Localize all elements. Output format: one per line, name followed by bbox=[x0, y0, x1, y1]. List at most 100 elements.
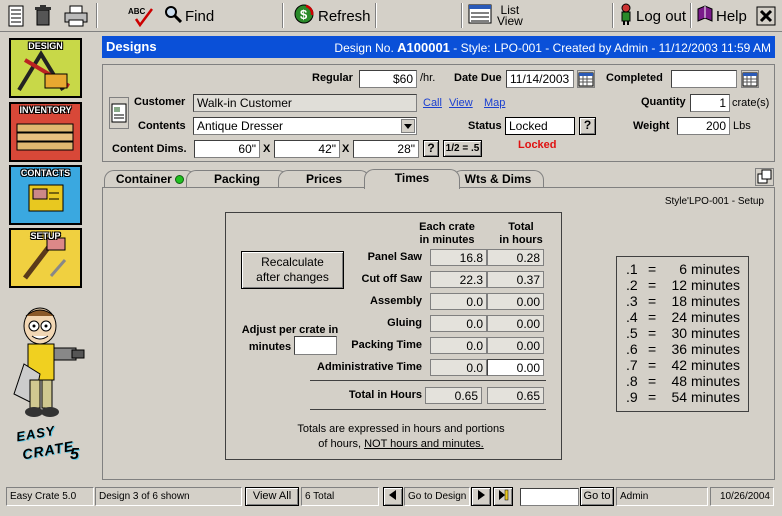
dim-length-field[interactable]: 60" bbox=[194, 140, 260, 158]
nav-design[interactable]: DESIGN DESIGN bbox=[9, 38, 82, 98]
completed-calendar-icon[interactable] bbox=[741, 70, 759, 88]
previous-record-button[interactable] bbox=[383, 487, 403, 506]
trash-icon[interactable] bbox=[34, 3, 52, 29]
tab-times[interactable]: Times bbox=[364, 169, 460, 189]
status-dot-icon bbox=[175, 175, 185, 184]
list-view-button[interactable]: List View bbox=[468, 3, 523, 29]
view-link[interactable]: View bbox=[449, 97, 473, 109]
customer-card-icon[interactable] bbox=[109, 97, 129, 129]
quantity-unit: crate(s) bbox=[732, 97, 770, 109]
logout-label: Log out bbox=[636, 7, 687, 25]
copy-window-icon[interactable] bbox=[755, 168, 774, 186]
nav-setup[interactable]: SETUP bbox=[9, 228, 82, 288]
design-no: A100001 bbox=[397, 40, 450, 55]
times-table: Each crate in minutes Total in hours Rec… bbox=[225, 212, 562, 460]
contents-value: Antique Dresser bbox=[197, 119, 284, 133]
next-record-button[interactable] bbox=[471, 487, 491, 506]
go-to-button[interactable]: Go to bbox=[580, 487, 614, 506]
note-line-2: of hours, bbox=[318, 438, 365, 450]
customer-field[interactable]: Walk-in Customer bbox=[193, 94, 417, 112]
divider bbox=[310, 380, 546, 381]
col-each-header-2: in minutes bbox=[419, 234, 475, 246]
chevron-down-icon[interactable] bbox=[401, 119, 415, 133]
dim-height-field[interactable]: 28" bbox=[353, 140, 419, 158]
assembly-each[interactable]: 0.0 bbox=[430, 293, 487, 310]
row-label-packing-time: Packing Time bbox=[351, 339, 422, 351]
dims-help-button[interactable]: ? bbox=[423, 140, 439, 157]
book-icon bbox=[696, 5, 714, 27]
list-item: .1 = 6 minutes bbox=[626, 261, 740, 277]
quantity-field[interactable]: 1 bbox=[690, 94, 730, 112]
row-label-panel-saw: Panel Saw bbox=[367, 251, 422, 263]
half-equals-button[interactable]: 1/2 = .5 bbox=[443, 140, 482, 157]
map-link[interactable]: Map bbox=[484, 97, 505, 109]
row-label-cut-off-saw: Cut off Saw bbox=[361, 273, 423, 285]
status-help-button[interactable]: ? bbox=[579, 117, 596, 135]
total-count: 6 Total bbox=[301, 487, 379, 506]
tab-wts-dims[interactable]: Wts & Dims bbox=[452, 170, 544, 188]
date-due-field[interactable]: 11/14/2003 bbox=[506, 70, 574, 88]
help-button[interactable]: Help bbox=[696, 3, 747, 29]
cut-off-saw-each[interactable]: 22.3 bbox=[430, 271, 487, 288]
tab-container[interactable]: Container bbox=[104, 170, 196, 188]
spellcheck-icon[interactable]: ABC bbox=[128, 3, 154, 29]
view-all-button[interactable]: View All bbox=[245, 487, 299, 506]
find-button[interactable]: Find bbox=[164, 3, 214, 29]
row-label-administrative-time: Administrative Time bbox=[317, 361, 422, 373]
row-label-assembly: Assembly bbox=[370, 295, 422, 307]
dim-width-field[interactable]: 42" bbox=[274, 140, 340, 158]
administrative-time-each[interactable]: 0.0 bbox=[430, 359, 487, 376]
status-label: Status bbox=[468, 120, 502, 132]
design-form: Regular $60 /hr. Date Due 11/14/2003 Com… bbox=[102, 64, 775, 162]
quantity-label: Quantity bbox=[641, 96, 686, 108]
call-link[interactable]: Call bbox=[423, 97, 442, 109]
packing-time-each[interactable]: 0.0 bbox=[430, 337, 487, 354]
content-dims-label: Content Dims. bbox=[112, 143, 187, 155]
go-to-design-label: Go to Design bbox=[404, 487, 470, 506]
totals-note: Totals are expressed in hours and portio… bbox=[256, 422, 546, 452]
nav-inventory[interactable]: INVENTORY bbox=[9, 102, 82, 162]
weight-label: Weight bbox=[633, 120, 670, 132]
logout-button[interactable]: Log out bbox=[618, 3, 686, 29]
close-icon[interactable] bbox=[756, 3, 776, 29]
weight-field[interactable]: 200 bbox=[677, 117, 730, 135]
go-to-field[interactable] bbox=[520, 488, 579, 506]
panel-saw-each[interactable]: 16.8 bbox=[430, 249, 487, 266]
arrow-left-icon bbox=[389, 490, 396, 500]
arrow-right-icon bbox=[478, 490, 485, 500]
mascot-image bbox=[13, 307, 85, 417]
regular-rate-field[interactable]: $60 bbox=[359, 70, 417, 88]
tab-prices[interactable]: Prices bbox=[278, 170, 370, 188]
last-record-button[interactable] bbox=[493, 487, 513, 506]
date-due-calendar-icon[interactable] bbox=[577, 70, 595, 88]
printer-icon[interactable] bbox=[64, 3, 88, 29]
list-view-icon bbox=[468, 4, 492, 28]
regular-label: Regular bbox=[312, 72, 353, 84]
svg-text:ABC: ABC bbox=[128, 7, 146, 16]
help-label: Help bbox=[716, 7, 747, 25]
status-field[interactable]: Locked bbox=[505, 117, 575, 135]
total-hours-each: 0.65 bbox=[425, 387, 482, 404]
list-item: .6 = 36 minutes bbox=[626, 341, 740, 357]
gluing-each[interactable]: 0.0 bbox=[430, 315, 487, 332]
current-date: 10/26/2004 bbox=[710, 487, 774, 506]
locked-notice: Locked bbox=[518, 139, 557, 151]
minutes-lookup: .1 = 6 minutes .2 = 12 minutes .3 = 18 m… bbox=[616, 256, 749, 412]
col-total-header-2: in hours bbox=[499, 234, 543, 246]
dims-x-2: X bbox=[342, 143, 350, 155]
adjust-label-2: minutes bbox=[248, 341, 292, 353]
tab-packing[interactable]: Packing bbox=[186, 170, 288, 188]
refresh-icon: $ bbox=[292, 3, 316, 29]
completed-field[interactable] bbox=[671, 70, 737, 88]
page-title: Designs bbox=[106, 39, 157, 54]
refresh-button[interactable]: $ Refresh bbox=[292, 3, 371, 29]
col-each-header-1: Each crate bbox=[419, 221, 475, 233]
find-label: Find bbox=[185, 7, 215, 25]
nav-contacts[interactable]: CONTACTS bbox=[9, 165, 82, 225]
dims-x-1: X bbox=[263, 143, 271, 155]
last-page-icon bbox=[499, 489, 509, 501]
completed-label: Completed bbox=[606, 72, 663, 84]
cut-off-saw-total: 0.37 bbox=[487, 271, 544, 288]
contents-select[interactable]: Antique Dresser bbox=[193, 117, 417, 135]
print-list-icon[interactable] bbox=[6, 3, 26, 29]
